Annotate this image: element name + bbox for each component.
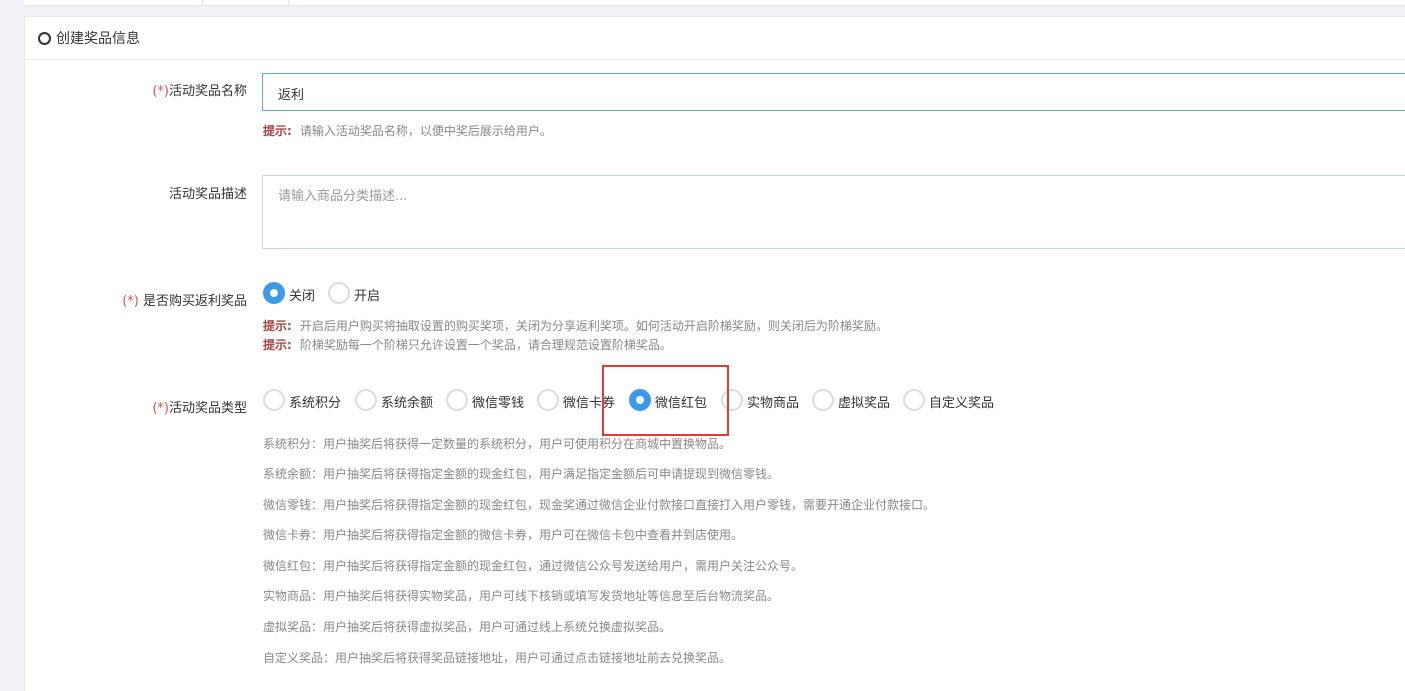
type-desc-balance: 系统余额：用户抽奖后将获得指定金额的现金红包，用户满足指定金额后可申请提现到微信… bbox=[263, 467, 780, 481]
top-tab-strip bbox=[24, 0, 1405, 6]
type-desc-wechat-change: 微信零钱：用户抽奖后将获得指定金额的现金红包，现金奖通过微信企业付款接口直接打入… bbox=[263, 498, 936, 512]
required-mark: (*) bbox=[152, 401, 169, 416]
form-panel: 创建奖品信息 (*)活动奖品名称 返利 提示: 请输入活动奖品名称，以便中奖后展示… bbox=[24, 16, 1405, 691]
type-desc-wechat-card: 微信卡券：用户抽奖后将获得指定金额的微信卡券，用户可在微信卡包中查看并到店使用。 bbox=[263, 528, 744, 542]
tab-divider bbox=[202, 0, 203, 5]
type-desc-custom: 自定义奖品：用户抽奖后将获得奖品链接地址，用户可通过点击链接地址前去兑换奖品。 bbox=[263, 651, 732, 665]
radio-unchecked-icon[interactable] bbox=[355, 389, 377, 411]
prize-name-input[interactable]: 返利 bbox=[262, 73, 1405, 111]
panel-header: 创建奖品信息 bbox=[25, 17, 1405, 60]
radio-unchecked-icon[interactable] bbox=[446, 389, 468, 411]
type-desc-physical: 实物商品：用户抽奖后将获得实物奖品，用户可线下核销或填写发货地址等信息至后台物流… bbox=[263, 589, 780, 603]
radio-unchecked-icon[interactable] bbox=[263, 389, 285, 411]
prize-name-label: (*)活动奖品名称 bbox=[152, 84, 247, 99]
highlight-box bbox=[602, 365, 729, 436]
radio-unchecked-icon[interactable] bbox=[537, 389, 559, 411]
tab-divider bbox=[288, 0, 289, 5]
type-desc-virtual: 虚拟奖品：用户抽奖后将获得虚拟奖品，用户可通过线上系统兑换虚拟奖品。 bbox=[263, 620, 672, 634]
radio-unchecked-icon[interactable] bbox=[328, 282, 350, 304]
section-title: 创建奖品信息 bbox=[56, 31, 140, 47]
prize-desc-label: 活动奖品描述 bbox=[168, 187, 247, 202]
type-desc-wechat-redpacket: 微信红包：用户抽奖后将获得指定金额的现金红包，通过微信公众号发送给用户，需用户关… bbox=[263, 559, 804, 573]
required-mark: (*) bbox=[122, 294, 139, 309]
prize-type-label: (*)活动奖品类型 bbox=[152, 401, 247, 416]
circle-icon bbox=[38, 32, 51, 45]
prize-name-hint: 提示: 请输入活动奖品名称，以便中奖后展示给用户。 bbox=[263, 124, 552, 138]
required-mark: (*) bbox=[152, 84, 169, 99]
type-desc-points: 系统积分：用户抽奖后将获得一定数量的系统积分，用户可使用积分在商城中置换物品。 bbox=[263, 437, 732, 451]
prize-desc-textarea[interactable]: 请输入商品分类描述... bbox=[262, 175, 1405, 249]
radio-checked-icon[interactable] bbox=[263, 282, 285, 304]
radio-unchecked-icon[interactable] bbox=[812, 389, 834, 411]
prize-desc-placeholder: 请输入商品分类描述... bbox=[278, 189, 408, 204]
rebate-label: (*) 是否购买返利奖品 bbox=[122, 294, 247, 309]
prize-name-value: 返利 bbox=[278, 88, 305, 103]
rebate-hint-1: 提示: 开启后用户购买将抽取设置的购买奖项，关闭为分享返利奖项。如何活动开启阶梯奖… bbox=[263, 319, 888, 333]
radio-unchecked-icon[interactable] bbox=[903, 389, 925, 411]
rebate-hint-2: 提示: 阶梯奖励每一个阶梯只允许设置一个奖品，请合理规范设置阶梯奖品。 bbox=[263, 338, 672, 352]
